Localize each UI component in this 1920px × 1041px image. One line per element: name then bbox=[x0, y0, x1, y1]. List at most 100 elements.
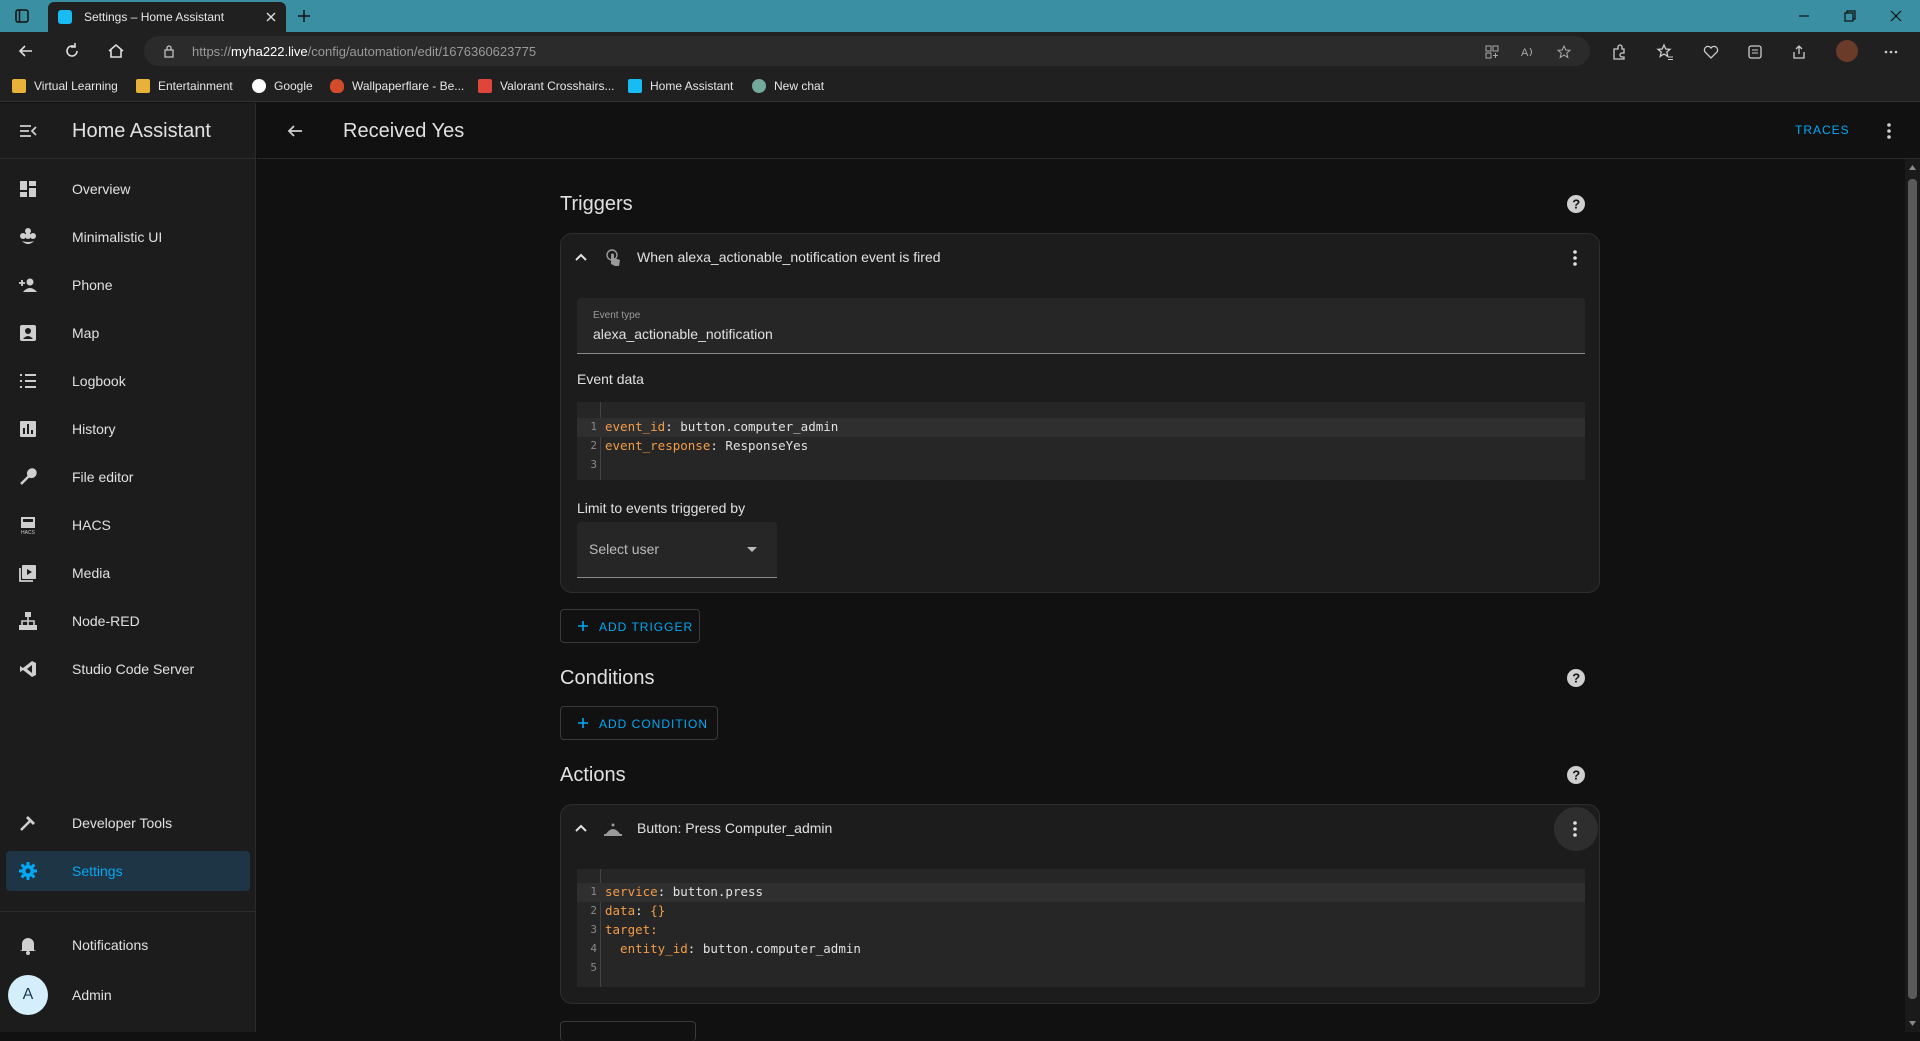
help-icon[interactable]: ? bbox=[1566, 765, 1586, 785]
wrench-icon bbox=[20, 468, 37, 485]
sidebar-item-logbook[interactable]: Logbook bbox=[6, 361, 250, 401]
action-menu-icon[interactable] bbox=[1565, 819, 1585, 839]
triggers-heading: Triggers bbox=[560, 193, 633, 215]
sidebar-item-map[interactable]: Map bbox=[6, 313, 250, 353]
sidebar-header: Home Assistant bbox=[0, 103, 256, 159]
back-arrow-icon[interactable] bbox=[285, 121, 305, 141]
reload-icon[interactable] bbox=[62, 41, 82, 61]
sidebar-item-user[interactable]: Admin bbox=[48, 975, 248, 1015]
google-icon bbox=[252, 79, 266, 93]
sidebar-item-settings[interactable]: Settings bbox=[6, 851, 250, 891]
select-user-dropdown[interactable]: Select user bbox=[577, 522, 777, 578]
new-tab-icon[interactable] bbox=[296, 8, 312, 24]
help-icon[interactable]: ? bbox=[1566, 668, 1586, 688]
favorites-icon[interactable] bbox=[1656, 43, 1674, 61]
bookmark-new-chat[interactable]: New chat bbox=[752, 76, 824, 96]
bookmark-virtual-learning[interactable]: Virtual Learning bbox=[12, 76, 118, 96]
toolbar: Received Yes TRACES bbox=[257, 103, 1920, 159]
scrollbar-thumb[interactable] bbox=[1908, 179, 1917, 999]
close-window-icon[interactable] bbox=[1888, 8, 1904, 24]
browser-tab-strip: Settings – Home Assistant bbox=[0, 0, 1920, 32]
bookmark-home-assistant[interactable]: Home Assistant bbox=[628, 76, 733, 96]
add-action-button-partial[interactable] bbox=[560, 1021, 696, 1041]
close-tab-icon[interactable] bbox=[264, 10, 278, 24]
add-condition-button[interactable]: ADD CONDITION bbox=[560, 706, 718, 740]
user-avatar[interactable]: A bbox=[8, 975, 48, 1015]
select-user-placeholder: Select user bbox=[589, 541, 660, 557]
sidebar-item-hacs[interactable]: HACS HACS bbox=[6, 505, 250, 545]
url-text[interactable]: https://myha222.live/config/automation/e… bbox=[192, 44, 536, 59]
vscode-icon bbox=[20, 661, 36, 677]
trigger-title: When alexa_actionable_notification event… bbox=[637, 249, 941, 265]
action-card-header[interactable]: Button: Press Computer_admin bbox=[561, 805, 1599, 853]
app-available-icon[interactable] bbox=[1484, 44, 1500, 60]
restore-icon[interactable] bbox=[1842, 8, 1858, 24]
address-bar[interactable]: https://myha222.live/config/automation/e… bbox=[144, 36, 1590, 66]
event-data-editor[interactable]: 1 event_id: button.computer_admin 2 event_… bbox=[577, 402, 1585, 480]
folder-icon bbox=[12, 79, 26, 93]
sidebar-item-overview[interactable]: Overview bbox=[6, 169, 250, 209]
x-icon bbox=[478, 79, 492, 93]
sidebar-item-minimalistic-ui[interactable]: Minimalistic UI bbox=[6, 217, 250, 257]
menu-icon[interactable] bbox=[18, 121, 38, 141]
action-yaml-editor[interactable]: 1 service: button.press 2 data: {} 3 target… bbox=[577, 869, 1585, 987]
dropdown-arrow-icon bbox=[747, 547, 757, 552]
overflow-menu-icon[interactable] bbox=[1879, 121, 1899, 141]
sidebar-item-node-red[interactable]: Node-RED bbox=[6, 601, 250, 641]
scroll-up-icon[interactable] bbox=[1908, 163, 1917, 172]
scroll-down-icon[interactable] bbox=[1908, 1019, 1917, 1028]
gear-icon bbox=[19, 862, 37, 880]
browser-tab-active[interactable]: Settings – Home Assistant bbox=[48, 2, 286, 32]
browser-essentials-icon[interactable] bbox=[1702, 43, 1720, 61]
event-type-field[interactable]: Event type alexa_actionable_notification bbox=[577, 298, 1585, 354]
add-trigger-button[interactable]: ADD TRIGGER bbox=[560, 609, 700, 643]
bookmark-entertainment[interactable]: Entertainment bbox=[136, 76, 233, 96]
code-line: 2 data: {} bbox=[590, 903, 666, 918]
extensions-icon[interactable] bbox=[1610, 43, 1628, 61]
event-type-value: alexa_actionable_notification bbox=[593, 326, 773, 342]
favorite-star-icon[interactable] bbox=[1556, 44, 1572, 60]
chevron-up-icon[interactable] bbox=[573, 250, 589, 266]
tab-actions-icon[interactable] bbox=[14, 8, 30, 24]
folder-icon bbox=[136, 79, 150, 93]
sidebar-item-studio-code-server[interactable]: Studio Code Server bbox=[6, 649, 250, 689]
lock-icon[interactable] bbox=[162, 44, 176, 58]
flame-icon bbox=[330, 79, 344, 93]
scrollbar[interactable] bbox=[1905, 159, 1920, 1032]
event-data-label: Event data bbox=[577, 371, 644, 387]
minimize-icon[interactable] bbox=[1796, 8, 1812, 24]
browser-back-icon[interactable] bbox=[16, 41, 36, 61]
map-icon bbox=[20, 325, 36, 341]
bookmark-wallpaperflare[interactable]: Wallpaperflare - Be... bbox=[330, 76, 464, 96]
share-icon[interactable] bbox=[1790, 43, 1808, 61]
sidebar-item-phone[interactable]: Phone bbox=[6, 265, 250, 305]
list-icon bbox=[20, 374, 36, 388]
traces-button[interactable]: TRACES bbox=[1795, 123, 1850, 137]
sidebar-item-notifications[interactable]: Notifications bbox=[6, 925, 250, 965]
chatgpt-icon bbox=[752, 79, 766, 93]
code-line: 5 bbox=[590, 961, 597, 974]
sidebar-item-media[interactable]: Media bbox=[6, 553, 250, 593]
help-icon[interactable]: ? bbox=[1566, 194, 1586, 214]
chevron-up-icon[interactable] bbox=[573, 821, 589, 837]
sidebar-item-developer-tools[interactable]: Developer Tools bbox=[6, 803, 250, 843]
tab-title: Settings – Home Assistant bbox=[84, 10, 225, 24]
gesture-tap-button-icon bbox=[604, 823, 622, 836]
home-icon[interactable] bbox=[106, 41, 126, 61]
sidebar-item-history[interactable]: History bbox=[6, 409, 250, 449]
sidebar-item-file-editor[interactable]: File editor bbox=[6, 457, 250, 497]
browser-profile-avatar[interactable] bbox=[1836, 40, 1858, 62]
bookmark-valorant[interactable]: Valorant Crosshairs... bbox=[478, 76, 615, 96]
trigger-menu-icon[interactable] bbox=[1565, 248, 1585, 268]
more-options-icon[interactable] bbox=[1882, 43, 1900, 61]
collections-icon[interactable] bbox=[1746, 43, 1764, 61]
bookmark-google[interactable]: Google bbox=[252, 76, 313, 96]
code-line: 1 event_id: button.computer_admin bbox=[577, 418, 1585, 437]
plus-icon bbox=[578, 621, 588, 631]
svg-text:?: ? bbox=[1572, 197, 1580, 212]
account-plus-icon bbox=[19, 278, 37, 292]
code-line: 1 service: button.press bbox=[577, 883, 1585, 902]
trigger-card-header[interactable]: When alexa_actionable_notification event… bbox=[561, 234, 1599, 282]
sitemap-icon bbox=[19, 612, 37, 630]
read-aloud-icon[interactable]: A bbox=[1520, 44, 1536, 60]
